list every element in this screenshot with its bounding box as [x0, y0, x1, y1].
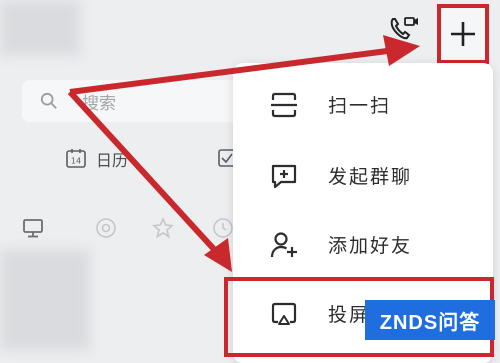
- arrow-head-plus: [383, 35, 420, 66]
- arrow-line-to-plus: [69, 47, 396, 95]
- annotation-arrows: [67, 35, 420, 272]
- watermark-logo: ZNDS问答: [365, 300, 495, 340]
- arrow-line-to-cast: [67, 89, 225, 261]
